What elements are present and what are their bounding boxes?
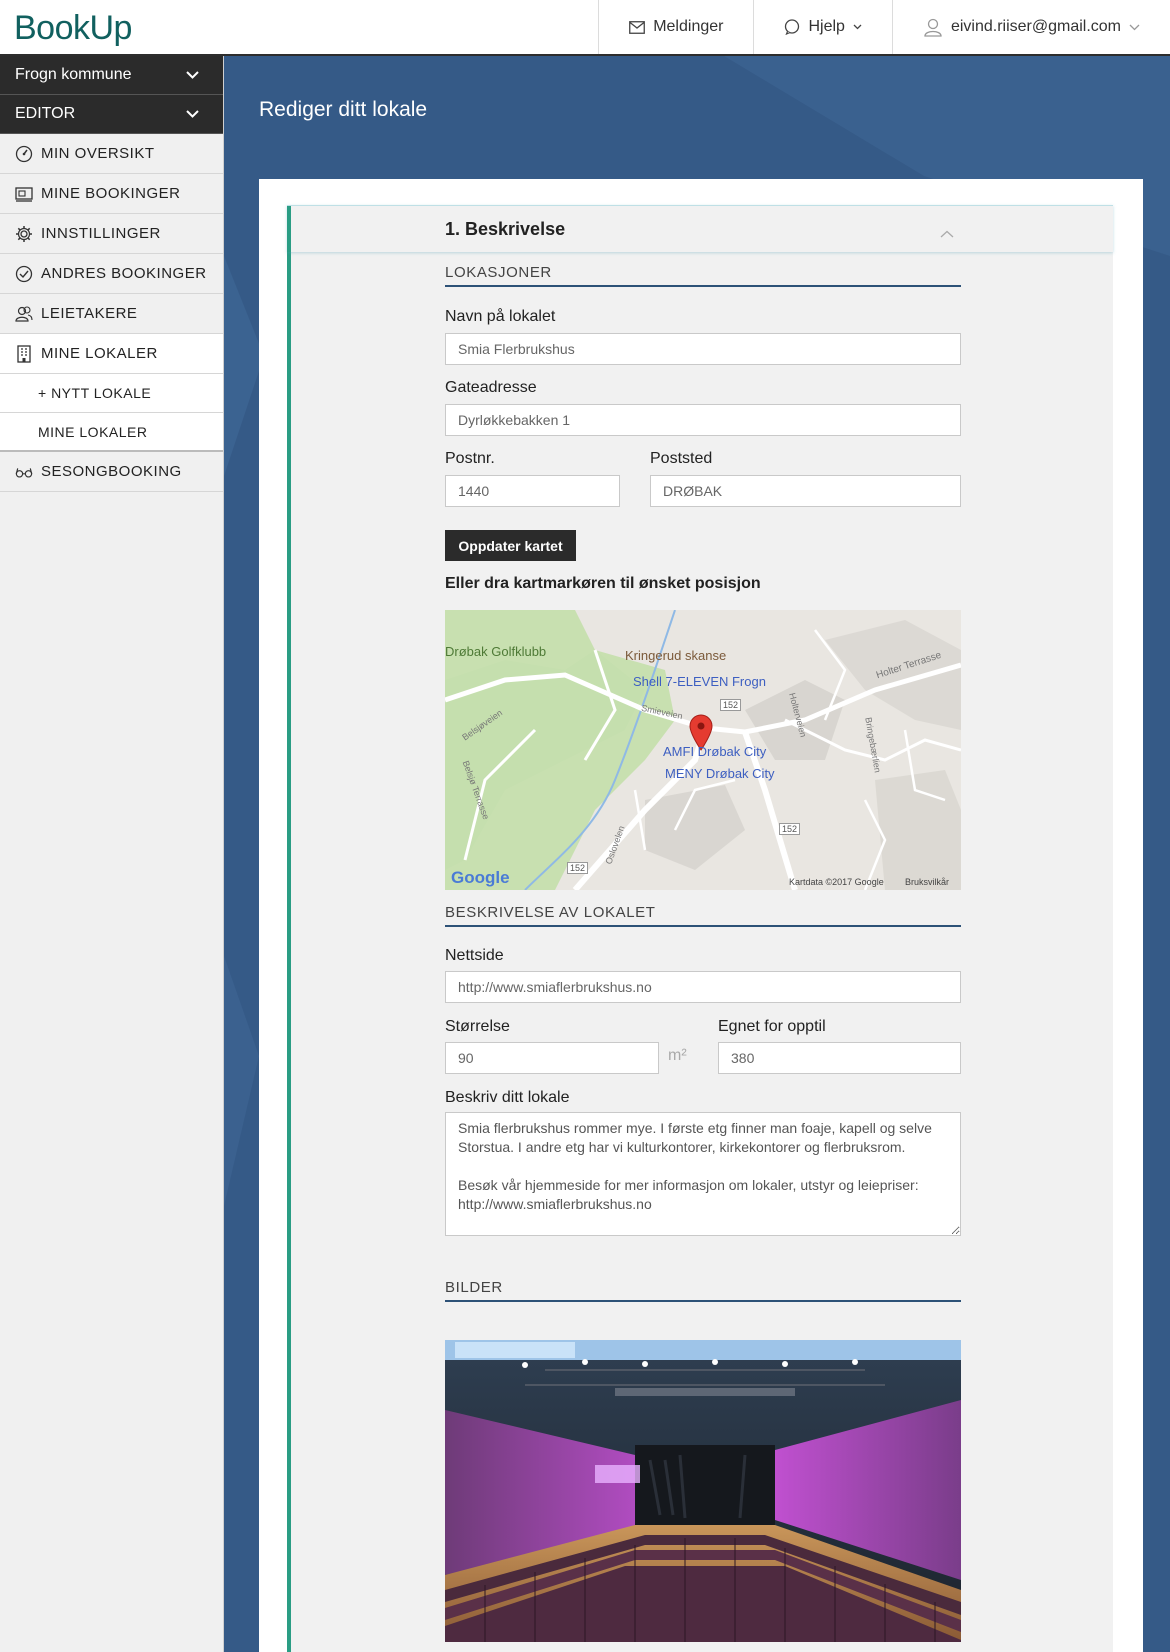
website-label: Nettside <box>445 947 504 964</box>
municipality-label: Frogn kommune <box>15 66 132 83</box>
user-email: eivind.riiser@gmail.com <box>950 18 1121 35</box>
venue-name-input[interactable] <box>445 333 961 365</box>
sidebar-item-leietakere[interactable]: LEIETAKERE <box>0 294 223 334</box>
describe-textarea[interactable]: Smia flerbrukshus rommer mye. I første e… <box>445 1112 961 1236</box>
locations-heading: LOKASJONER <box>445 264 961 287</box>
chevron-down-icon <box>853 24 862 30</box>
sidebar-item-label: MINE BOOKINGER <box>41 185 181 202</box>
map-label-shell: Shell 7-ELEVEN Frogn <box>633 674 766 689</box>
booking-icon <box>15 185 33 203</box>
description-heading: BESKRIVELSE AV LOKALET <box>445 904 961 927</box>
envelope-icon <box>629 20 646 34</box>
check-circle-icon <box>15 265 33 283</box>
messages-link[interactable]: Meldinger <box>598 0 753 54</box>
auditorium-image <box>445 1340 961 1642</box>
building-icon <box>15 344 33 363</box>
capacity-label: Egnet for opptil <box>718 1018 826 1035</box>
sidebar-item-label: LEIETAKERE <box>41 305 138 322</box>
size-label: Størrelse <box>445 1018 510 1035</box>
sidebar-item-label: MIN OVERSIKT <box>41 145 155 162</box>
street-input[interactable] <box>445 404 961 436</box>
capacity-input[interactable] <box>718 1042 961 1074</box>
sidebar-item-sesongbooking[interactable]: SESONGBOOKING <box>0 452 223 492</box>
sidebar-subitem-mine-lokaler[interactable]: MINE LOKALER <box>0 413 223 452</box>
messages-label: Meldinger <box>653 18 724 35</box>
glasses-icon <box>15 463 33 481</box>
map-label-meny: MENY Drøbak City <box>665 766 775 781</box>
images-heading: BILDER <box>445 1279 961 1302</box>
chat-bubble-icon <box>784 19 800 35</box>
help-menu[interactable]: Hjelp <box>753 0 891 54</box>
drag-hint: Eller dra kartmarkøren til ønsket posisj… <box>445 575 761 592</box>
postcode-input[interactable] <box>445 475 620 507</box>
postcode-label: Postnr. <box>445 450 495 467</box>
website-input[interactable] <box>445 971 961 1003</box>
chevron-down-icon <box>1129 24 1140 31</box>
chevron-down-icon <box>186 66 199 84</box>
map-label-skanse: Kringerud skanse <box>625 648 727 663</box>
google-logo: Google <box>451 868 510 887</box>
dashboard-icon <box>15 145 33 163</box>
map-attribution: Kartdata ©2017 Google <box>789 877 884 887</box>
sidebar-item-mine-lokaler[interactable]: MINE LOKALER <box>0 334 223 374</box>
section-title: 1. Beskrivelse <box>445 219 566 239</box>
sidebar-item-andres-bookinger[interactable]: ANDRES BOOKINGER <box>0 254 223 294</box>
top-nav: Meldinger Hjelp eivind.riiser@gmail.com <box>598 0 1170 54</box>
route-152-badge: 152 <box>779 823 801 835</box>
gear-icon <box>15 225 33 243</box>
size-input[interactable] <box>445 1042 659 1074</box>
route-152-badge: 152 <box>567 862 589 874</box>
bookup-logo[interactable]: BookUp <box>14 9 132 48</box>
venue-name-label: Navn på lokalet <box>445 308 556 325</box>
city-input[interactable] <box>650 475 961 507</box>
street-label: Gateadresse <box>445 379 537 396</box>
user-menu[interactable]: eivind.riiser@gmail.com <box>891 0 1170 54</box>
sidebar-item-mine-bookinger[interactable]: MINE BOOKINGER <box>0 174 223 214</box>
role-label: EDITOR <box>15 105 76 122</box>
sidebar-item-label: MINE LOKALER <box>41 345 158 362</box>
chevron-up-icon[interactable] <box>940 225 954 243</box>
sidebar-item-label: ANDRES BOOKINGER <box>41 265 207 282</box>
page-title: Rediger ditt lokale <box>259 98 428 121</box>
size-unit: m² <box>668 1047 687 1064</box>
map-terms-link[interactable]: Bruksvilkår <box>905 877 949 887</box>
sidebar-subitem-nytt-lokale[interactable]: + NYTT LOKALE <box>0 374 223 413</box>
sidebar-item-label: SESONGBOOKING <box>41 463 182 480</box>
city-label: Poststed <box>650 450 713 467</box>
user-icon <box>923 17 943 37</box>
municipality-selector[interactable]: Frogn kommune <box>0 56 223 95</box>
route-152-badge: 152 <box>720 699 742 711</box>
update-map-button[interactable]: Oppdater kartet <box>445 530 576 561</box>
users-icon <box>15 305 33 323</box>
top-header: BookUp Meldinger Hjelp eivind.riiser@gma… <box>0 0 1170 56</box>
sidebar: Frogn kommune EDITOR MIN OVERSIKT MINE B… <box>0 56 224 1652</box>
chevron-down-icon <box>186 105 199 123</box>
venue-photo[interactable] <box>445 1340 961 1642</box>
describe-label: Beskriv ditt lokale <box>445 1089 570 1106</box>
role-selector[interactable]: EDITOR <box>0 95 223 134</box>
help-label: Hjelp <box>808 18 845 35</box>
sidebar-item-min-oversikt[interactable]: MIN OVERSIKT <box>0 134 223 174</box>
section-header[interactable] <box>287 205 1113 252</box>
sidebar-item-innstillinger[interactable]: INNSTILLINGER <box>0 214 223 254</box>
map-label-golfklubb: Drøbak Golfklubb <box>445 644 547 659</box>
sidebar-item-label: INNSTILLINGER <box>41 225 161 242</box>
location-map[interactable]: Drøbak Golfklubb Kringerud skanse Shell … <box>445 610 961 890</box>
map-label-amfi: AMFI Drøbak City <box>663 744 767 759</box>
